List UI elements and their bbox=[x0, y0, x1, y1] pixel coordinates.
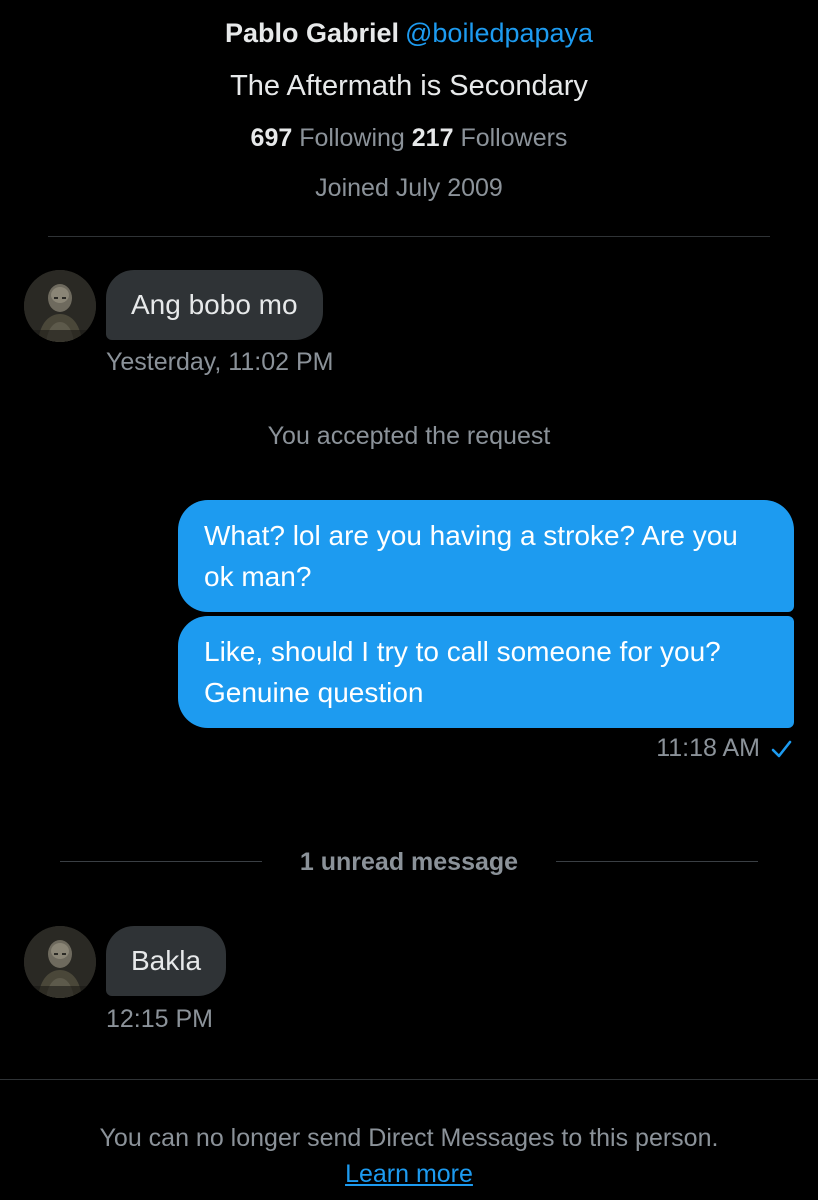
unread-divider-line-left bbox=[60, 861, 262, 862]
joined-date: Joined July 2009 bbox=[315, 174, 503, 202]
sent-status: 11:18 AM bbox=[656, 730, 792, 766]
followers-count: 217 bbox=[411, 124, 454, 152]
outgoing-message-bubble[interactable]: Like, should I try to call someone for y… bbox=[178, 616, 794, 728]
profile-name-line: Pablo Gabriel @boiledpapaya bbox=[0, 14, 818, 52]
followers-label: Followers bbox=[460, 124, 568, 152]
follow-stats: 697 Following 217 Followers bbox=[0, 120, 818, 156]
user-avatar[interactable] bbox=[24, 926, 96, 998]
avatar-figure-icon bbox=[24, 270, 96, 342]
following-count: 697 bbox=[250, 124, 293, 152]
outgoing-message-bubble[interactable]: What? lol are you having a stroke? Are y… bbox=[178, 500, 794, 612]
message-timestamp: Yesterday, 11:02 PM bbox=[106, 348, 334, 376]
check-icon bbox=[771, 741, 792, 758]
profile-handle[interactable]: @boiledpapaya bbox=[405, 18, 593, 48]
profile-bio: The Aftermath is Secondary bbox=[230, 70, 588, 102]
learn-more-container: Learn more bbox=[0, 1156, 818, 1192]
followers-stat[interactable]: 217 Followers bbox=[412, 124, 568, 152]
message-timestamp: 12:15 PM bbox=[106, 1005, 214, 1033]
incoming-message-bubble[interactable]: Bakla bbox=[106, 926, 227, 996]
unread-divider-line-right bbox=[556, 861, 758, 862]
dm-disabled-notice: You can no longer send Direct Messages t… bbox=[99, 1124, 719, 1152]
sent-timestamp: 11:18 AM bbox=[656, 734, 760, 762]
incoming-message-bubble[interactable]: Ang bobo mo bbox=[106, 270, 323, 340]
avatar-figure-icon bbox=[24, 926, 96, 998]
request-accepted-note: You accepted the request bbox=[267, 422, 551, 450]
user-avatar[interactable] bbox=[24, 270, 96, 342]
header-divider bbox=[48, 236, 770, 237]
learn-more-link[interactable]: Learn more bbox=[345, 1160, 473, 1188]
following-label: Following bbox=[299, 124, 405, 152]
unread-divider-label: 1 unread message bbox=[299, 848, 519, 876]
footer-divider bbox=[0, 1079, 818, 1080]
following-stat[interactable]: 697 Following bbox=[251, 124, 405, 152]
profile-display-name[interactable]: Pablo Gabriel bbox=[225, 18, 399, 48]
